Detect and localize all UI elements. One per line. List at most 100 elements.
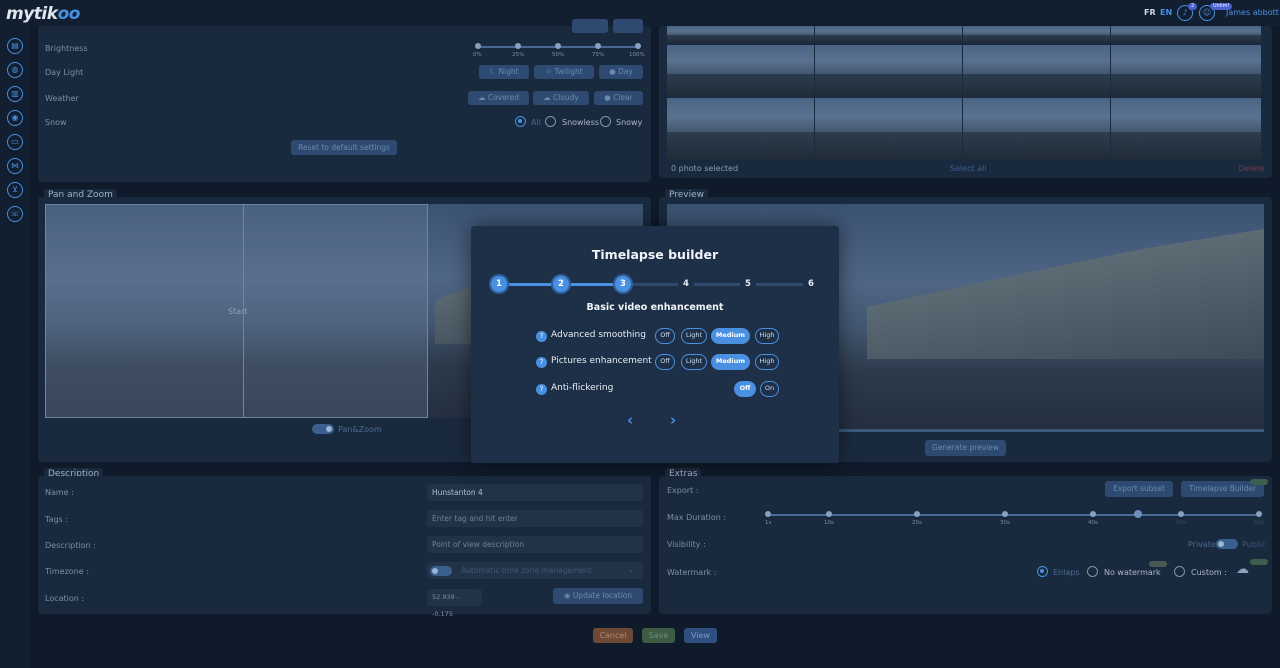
brightness-tick: 50%: [552, 52, 565, 58]
sidebar-card-icon[interactable]: ▭: [7, 134, 23, 150]
max-duration-slider[interactable]: [768, 514, 1259, 516]
lang-en-link[interactable]: EN: [1160, 8, 1172, 17]
duration-tick: 20s: [912, 520, 922, 526]
flicker-on-option[interactable]: On: [760, 381, 779, 397]
snow-snowy-label: Snowy: [616, 118, 643, 127]
new-badge: [1149, 561, 1167, 567]
duration-tick: 60s: [1254, 520, 1264, 526]
tags-input[interactable]: Enter tag and hit enter: [427, 510, 643, 527]
save-button[interactable]: Save: [642, 628, 675, 643]
sidebar-share-icon[interactable]: ⋈: [7, 158, 23, 174]
enhancement-light-option[interactable]: Light: [681, 354, 707, 370]
photo-thumb[interactable]: [963, 98, 1110, 160]
help-icon[interactable]: ?: [536, 357, 547, 368]
sidebar-camera-icon[interactable]: ◉: [7, 110, 23, 126]
enhancement-off-option[interactable]: Off: [655, 354, 675, 370]
photo-thumb[interactable]: [667, 45, 814, 97]
panzoom-toggle[interactable]: [312, 424, 334, 434]
name-input[interactable]: Hunstanton 4: [427, 484, 643, 501]
max-duration-handle[interactable]: [1134, 510, 1142, 518]
help-icon[interactable]: ?: [536, 331, 547, 342]
photo-thumb[interactable]: [1111, 45, 1261, 97]
flicker-off-option[interactable]: Off: [734, 381, 756, 397]
logo[interactable]: mytikoo: [6, 4, 80, 24]
timezone-select[interactable]: Automatic time zone management: [427, 562, 643, 579]
user-name-link[interactable]: James abbott: [1226, 8, 1279, 17]
generate-preview-button[interactable]: Generate preview: [925, 440, 1006, 456]
duration-stop: [1002, 511, 1008, 517]
delete-link[interactable]: Delete: [1238, 164, 1264, 173]
weather-clear-button[interactable]: ● Clear: [594, 91, 643, 105]
update-location-button[interactable]: ◉ Update location: [553, 588, 643, 604]
enhancement-high-option[interactable]: High: [755, 354, 779, 370]
step-4[interactable]: 4: [678, 276, 694, 292]
smoothing-medium-option[interactable]: Medium: [711, 328, 750, 344]
export-subset-button[interactable]: Export subset: [1105, 481, 1173, 497]
photo-thumb[interactable]: [815, 45, 962, 97]
snow-snowless-radio[interactable]: [545, 116, 556, 127]
pictures-enhancement-label: Pictures enhancement: [551, 356, 652, 366]
filter-top-button-2[interactable]: [613, 19, 643, 33]
sidebar-film-icon[interactable]: ▤: [7, 38, 23, 54]
daylight-day-button[interactable]: ● Day: [599, 65, 643, 79]
previous-step-arrow[interactable]: ‹: [627, 411, 633, 429]
sidebar-globe-icon[interactable]: ◍: [7, 62, 23, 78]
sidebar: ▤ ◍ ▥ ◉ ▭ ⋈ ⊻ ☏: [0, 26, 30, 668]
smoothing-light-option[interactable]: Light: [681, 328, 707, 344]
brightness-stop-50: [555, 43, 561, 49]
lang-fr-link[interactable]: FR: [1144, 8, 1156, 17]
photo-thumb[interactable]: [667, 26, 814, 43]
daylight-label: Day Light: [45, 68, 84, 77]
snow-all-radio[interactable]: [515, 116, 526, 127]
watermark-none-label: No watermark: [1104, 568, 1161, 577]
photo-thumb[interactable]: [815, 98, 962, 160]
visibility-toggle[interactable]: [1216, 539, 1238, 549]
weather-covered-button[interactable]: ☁ Covered: [468, 91, 529, 105]
next-step-arrow[interactable]: ›: [670, 411, 676, 429]
brightness-handle-min[interactable]: [475, 43, 481, 49]
location-label: Location :: [45, 594, 85, 603]
cloud-upload-icon[interactable]: ☁: [1236, 562, 1249, 577]
duration-tick: 1s: [765, 520, 772, 526]
brightness-stop-25: [515, 43, 521, 49]
sidebar-chart-icon[interactable]: ▥: [7, 86, 23, 102]
snow-snowy-radio[interactable]: [600, 116, 611, 127]
select-all-link[interactable]: Select all: [950, 164, 987, 173]
photo-thumb[interactable]: [1111, 26, 1261, 43]
brightness-stop-75: [595, 43, 601, 49]
brightness-handle-max[interactable]: [635, 43, 641, 49]
daylight-night-button[interactable]: ☾ Night: [479, 65, 529, 79]
watermark-custom-radio[interactable]: [1174, 566, 1185, 577]
photo-thumb[interactable]: [963, 26, 1110, 43]
watermark-none-radio[interactable]: [1087, 566, 1098, 577]
help-icon[interactable]: ?: [536, 384, 547, 395]
smoothing-high-option[interactable]: High: [755, 328, 779, 344]
sidebar-support-icon[interactable]: ☏: [7, 206, 23, 222]
step-3[interactable]: 3: [615, 276, 631, 292]
step-6[interactable]: 6: [803, 276, 819, 292]
photo-thumb[interactable]: [667, 98, 814, 160]
step-1[interactable]: 1: [491, 276, 507, 292]
timezone-auto-toggle[interactable]: [430, 566, 452, 576]
weather-cloudy-button[interactable]: ☁ Cloudy: [533, 91, 589, 105]
location-input[interactable]: 52.939 - -0.175: [427, 589, 482, 618]
filter-top-button-1[interactable]: [572, 19, 608, 33]
duration-stop: [826, 511, 832, 517]
extras-panel: Export : Export subset Timelapse Builder…: [659, 476, 1272, 614]
duration-tick: 30s: [1000, 520, 1010, 526]
reset-filters-button[interactable]: Reset to default settings: [291, 140, 397, 155]
photo-thumb[interactable]: [963, 45, 1110, 97]
cancel-button[interactable]: Cancel: [593, 628, 633, 643]
step-5[interactable]: 5: [740, 276, 756, 292]
enhancement-medium-option[interactable]: Medium: [711, 354, 750, 370]
sidebar-cart-icon[interactable]: ⊻: [7, 182, 23, 198]
daylight-twilight-button[interactable]: ☼ Twilight: [534, 65, 594, 79]
watermark-enlaps-radio[interactable]: [1037, 566, 1048, 577]
step-2[interactable]: 2: [553, 276, 569, 292]
description-panel: Name : Hunstanton 4 Tags : Enter tag and…: [38, 476, 651, 618]
photo-thumb[interactable]: [1111, 98, 1261, 160]
photo-thumb[interactable]: [815, 26, 962, 43]
view-button[interactable]: View: [684, 628, 717, 643]
description-input[interactable]: Point of view description: [427, 536, 643, 553]
smoothing-off-option[interactable]: Off: [655, 328, 675, 344]
